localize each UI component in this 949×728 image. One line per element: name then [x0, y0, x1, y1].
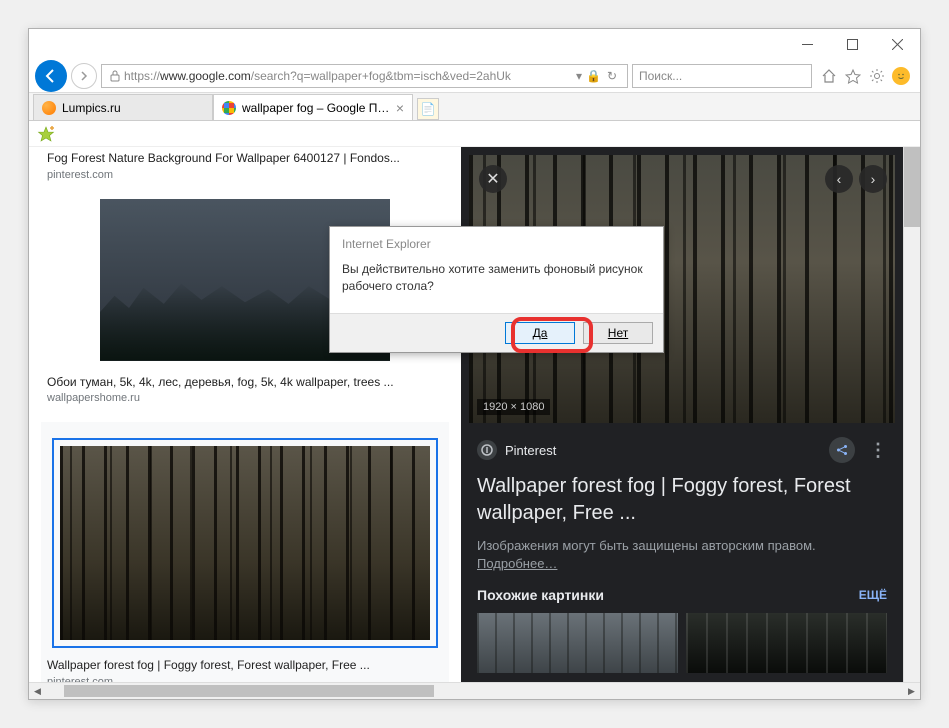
back-button[interactable]	[35, 60, 67, 92]
url-host: www.google.com	[160, 69, 251, 83]
result-title: Обои туман, 5k, 4k, лес, деревья, fog, 5…	[47, 375, 443, 391]
no-button[interactable]: Нет	[583, 322, 653, 344]
result-source: pinterest.com	[47, 676, 443, 682]
scroll-left-button[interactable]: ◀	[29, 683, 46, 699]
url-protocol: https://	[124, 69, 160, 83]
address-bar[interactable]: https://www.google.com/search?q=wallpape…	[101, 64, 628, 88]
result-item[interactable]: Fog Forest Nature Background For Wallpap…	[47, 151, 443, 181]
result-source: pinterest.com	[47, 169, 443, 181]
related-thumbnails	[477, 613, 887, 673]
tab-label: wallpaper fog – Google По...	[242, 101, 390, 115]
yes-button[interactable]: Да	[505, 322, 575, 344]
scrollbar-thumb[interactable]	[904, 147, 920, 227]
preview-prev-button[interactable]: ‹	[825, 165, 853, 193]
navbar: https://www.google.com/search?q=wallpape…	[29, 59, 920, 93]
favorites-icon[interactable]	[844, 67, 862, 85]
settings-icon[interactable]	[868, 67, 886, 85]
tabstrip: Lumpics.ru wallpaper fog – Google По... …	[29, 93, 920, 121]
preview-source-link[interactable]: Pinterest	[477, 440, 556, 460]
preview-body: Pinterest ⋮ Wallpaper forest fog | Foggy…	[461, 423, 903, 682]
ssl-lock-icon[interactable]: 🔒	[586, 69, 601, 83]
result-title: Wallpaper forest fog | Foggy forest, For…	[47, 658, 443, 674]
preview-next-button[interactable]: ›	[859, 165, 887, 193]
related-thumb[interactable]	[686, 613, 887, 673]
result-title: Fog Forest Nature Background For Wallpap…	[47, 151, 443, 167]
result-item-selected[interactable]: Wallpaper forest fog | Foggy forest, For…	[41, 422, 449, 682]
home-icon[interactable]	[820, 67, 838, 85]
dialog-title: Internet Explorer	[330, 227, 663, 257]
favicon-icon	[222, 101, 236, 115]
favicon-icon	[42, 101, 56, 115]
minimize-button[interactable]	[785, 29, 830, 59]
thumbnail-image	[60, 446, 430, 640]
browser-window: https://www.google.com/search?q=wallpape…	[28, 28, 921, 700]
scrollbar-thumb[interactable]	[64, 685, 434, 697]
horizontal-scrollbar[interactable]: ◀ ▶	[29, 682, 920, 699]
url-dropdown-icon[interactable]: ▾	[572, 69, 586, 83]
scrollbar-track[interactable]	[46, 683, 903, 699]
related-thumb[interactable]	[477, 613, 678, 673]
url-path: /search?q=wallpaper+fog&tbm=isch&ved=2ah…	[251, 69, 511, 83]
titlebar	[29, 29, 920, 59]
tab-lumpics[interactable]: Lumpics.ru	[33, 94, 213, 120]
related-heading: Похожие картинки	[477, 587, 604, 603]
image-dimensions: 1920 × 1080	[477, 399, 550, 415]
more-options-button[interactable]: ⋮	[869, 440, 887, 461]
close-button[interactable]	[875, 29, 920, 59]
preview-source-label: Pinterest	[505, 443, 556, 458]
tab-label: Lumpics.ru	[62, 101, 204, 115]
favorites-bar	[29, 121, 920, 147]
search-placeholder: Поиск...	[639, 69, 682, 83]
copyright-notice: Изображения могут быть защищены авторски…	[477, 537, 887, 573]
dialog-buttons: Да Нет	[330, 313, 663, 352]
result-item[interactable]: Обои туман, 5k, 4k, лес, деревья, fog, 5…	[47, 375, 443, 405]
scroll-right-button[interactable]: ▶	[903, 683, 920, 699]
dialog-message: Вы действительно хотите заменить фоновый…	[330, 257, 663, 313]
confirm-dialog: Internet Explorer Вы действительно хотит…	[329, 226, 664, 353]
preview-close-button[interactable]: ✕	[479, 165, 507, 193]
preview-title: Wallpaper forest fog | Foggy forest, For…	[477, 473, 887, 527]
see-more-link[interactable]: ЕЩЁ	[859, 588, 887, 602]
feedback-icon[interactable]	[892, 67, 910, 85]
search-box[interactable]: Поиск...	[632, 64, 812, 88]
lock-icon	[106, 70, 124, 82]
pinterest-icon	[477, 440, 497, 460]
add-favorite-icon[interactable]	[37, 125, 55, 143]
tab-close-icon[interactable]: ×	[396, 100, 404, 116]
toolbar-icons	[816, 67, 914, 85]
forward-button[interactable]	[71, 63, 97, 89]
tab-google-images[interactable]: wallpaper fog – Google По... ×	[213, 94, 413, 120]
vertical-scrollbar[interactable]	[903, 147, 920, 682]
maximize-button[interactable]	[830, 29, 875, 59]
new-tab-button[interactable]: 📄	[417, 98, 439, 120]
refresh-icon[interactable]: ↻	[601, 69, 623, 83]
learn-more-link[interactable]: Подробнее…	[477, 556, 557, 571]
result-source: wallpapershome.ru	[47, 392, 443, 404]
share-button[interactable]	[829, 437, 855, 463]
